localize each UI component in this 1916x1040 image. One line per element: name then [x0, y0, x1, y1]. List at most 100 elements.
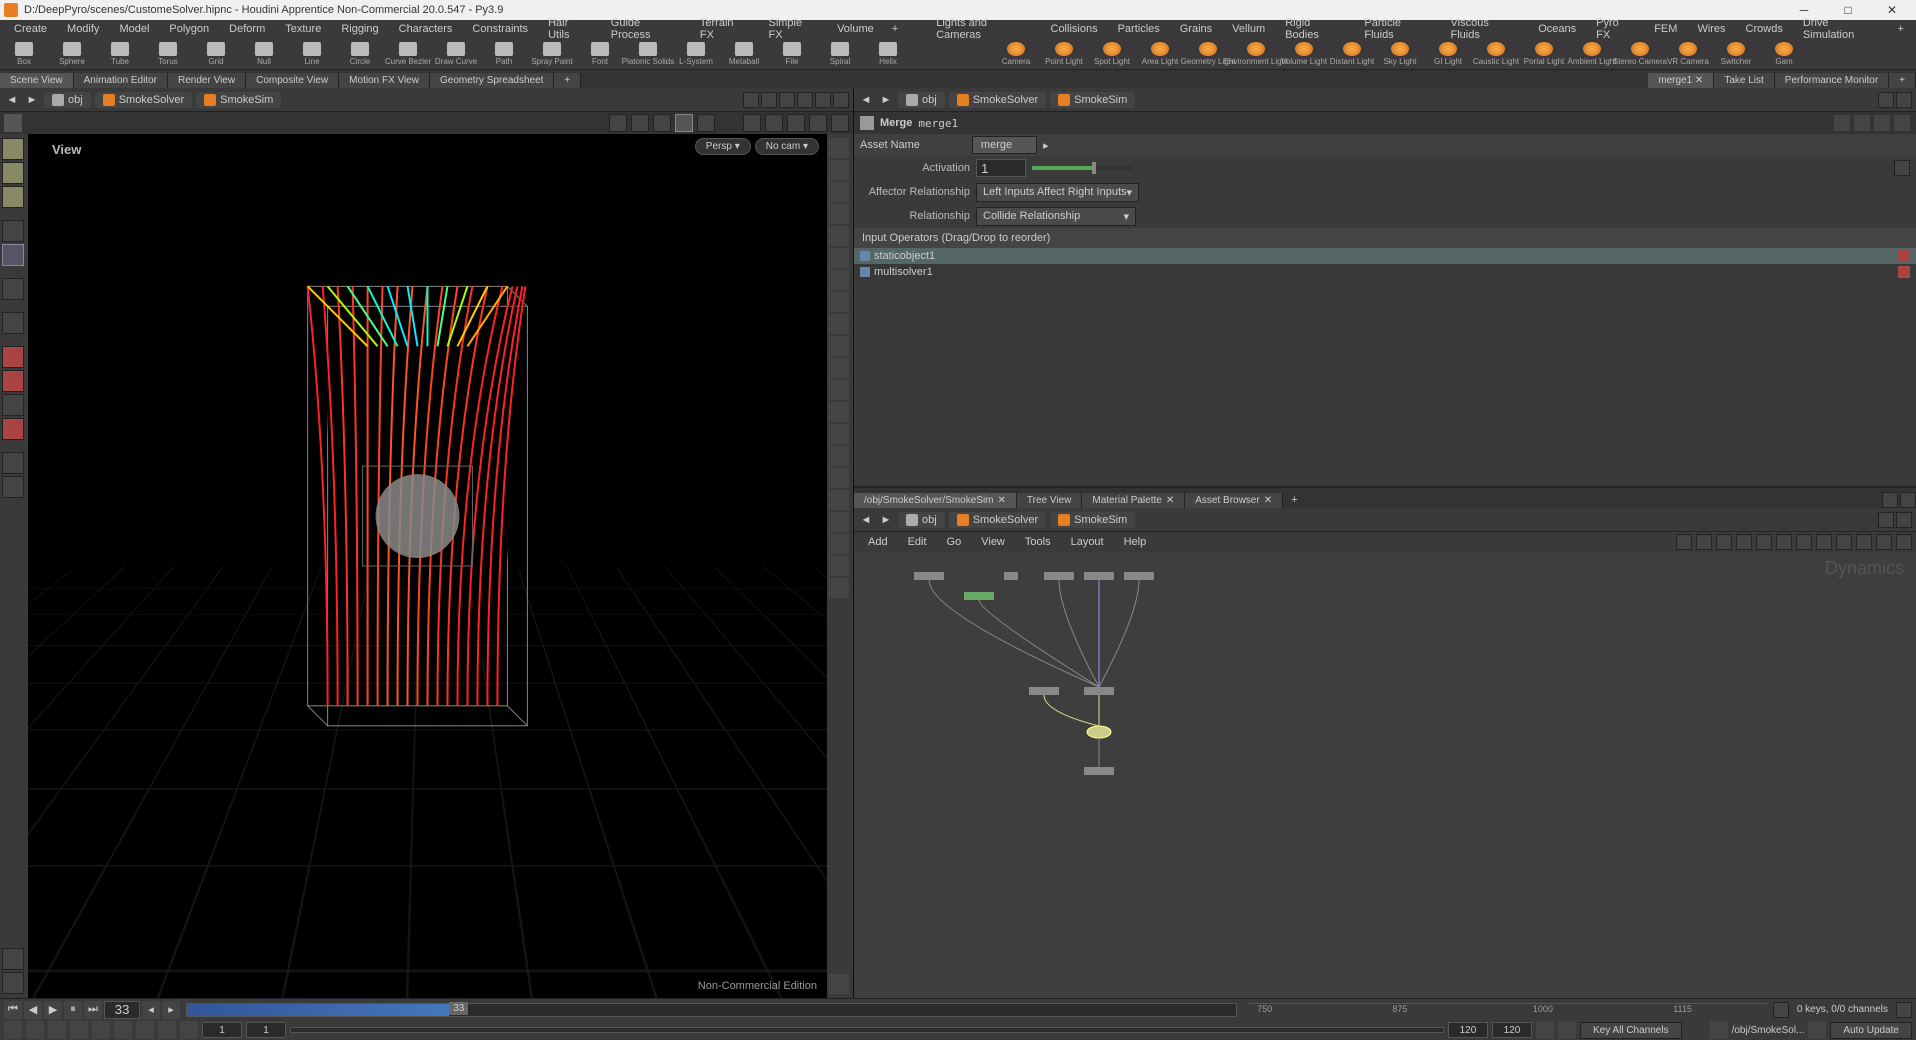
net-path-solver[interactable]: SmokeSolver [949, 512, 1046, 528]
nav-back-icon[interactable]: ◄ [4, 92, 20, 108]
asset-arrow-icon[interactable]: ▸ [1043, 139, 1049, 152]
network-tab-opt-icon[interactable] [1900, 492, 1916, 508]
param-info-icon[interactable] [1874, 115, 1890, 131]
network-menu-item[interactable]: Go [937, 534, 972, 550]
node-name-label[interactable]: merge1 [918, 117, 958, 130]
asset-dropdown[interactable]: merge [972, 136, 1037, 154]
network-tab[interactable]: Tree View [1017, 493, 1082, 508]
shelf-tool[interactable]: Portal Light [1520, 39, 1568, 69]
shelf-tab[interactable]: FEM [1644, 21, 1687, 37]
params-path-sim[interactable]: SmokeSim [1050, 92, 1135, 108]
auto-update-button[interactable]: Auto Update [1830, 1022, 1912, 1039]
nav-fwd-icon[interactable]: ► [24, 92, 40, 108]
path-grid-icon[interactable] [815, 92, 831, 108]
disp-tool-1-icon[interactable] [829, 138, 849, 158]
circle-tool-icon[interactable] [2, 452, 24, 474]
tab-close-icon[interactable]: ✕ [1264, 495, 1272, 506]
keys-menu-icon[interactable] [1896, 1002, 1912, 1018]
options-icon[interactable] [831, 114, 849, 132]
shelf-tool[interactable]: Spray Paint [528, 39, 576, 69]
shelf-tool[interactable]: Font [576, 39, 624, 69]
network-tab[interactable]: /obj/SmokeSolver/SmokeSim✕ [854, 493, 1017, 508]
shelf-tab-add[interactable]: + [884, 21, 906, 37]
brush-tool-icon[interactable] [2, 186, 24, 208]
arrow-tool-icon[interactable] [2, 220, 24, 242]
shelf-tool[interactable]: Line [288, 39, 336, 69]
shelf-tab[interactable]: Modify [57, 21, 109, 37]
step-fwd-button[interactable]: ▸ [162, 1001, 180, 1019]
input-op-2[interactable]: multisolver1 [854, 264, 1916, 280]
relationship-dropdown[interactable]: Collide Relationship▾ [976, 207, 1136, 226]
network-menu-item[interactable]: View [971, 534, 1015, 550]
bottom2-tool-icon[interactable] [2, 972, 24, 994]
lasso-tool-icon[interactable] [2, 162, 24, 184]
shelf-tool[interactable]: Sky Light [1376, 39, 1424, 69]
handle-tool-icon[interactable] [2, 312, 24, 334]
shelf-tool[interactable]: Curve Bezier [384, 39, 432, 69]
shelf-tool[interactable]: Path [480, 39, 528, 69]
pane-tab[interactable]: Take List [1714, 73, 1774, 88]
network-toolbar-icon[interactable] [1876, 534, 1892, 550]
shelf-tool[interactable]: Sphere [48, 39, 96, 69]
shelf-tab[interactable]: Polygon [159, 21, 219, 37]
rotate-mode-icon[interactable] [653, 114, 671, 132]
key-all-button[interactable]: Key All Channels [1580, 1022, 1682, 1039]
shelf-tab[interactable]: Constraints [462, 21, 538, 37]
network-toolbar-icon[interactable] [1676, 534, 1692, 550]
shelf-tab[interactable]: Characters [389, 21, 463, 37]
disp-tool-17-icon[interactable] [829, 490, 849, 510]
network-tab[interactable]: Asset Browser✕ [1185, 493, 1283, 508]
pane-tab[interactable]: Composite View [246, 73, 339, 88]
activation-menu-icon[interactable] [1894, 160, 1910, 176]
range-start2-input[interactable] [246, 1022, 286, 1038]
path-dropdown-icon[interactable] [743, 92, 759, 108]
shelf-tab[interactable]: Wires [1687, 21, 1735, 37]
shelf-tool[interactable]: Switcher [1712, 39, 1760, 69]
net-nav-fwd-icon[interactable]: ► [878, 512, 894, 528]
network-menu-item[interactable]: Add [858, 534, 898, 550]
pane-tab-add[interactable]: + [554, 73, 581, 88]
params-nav-fwd-icon[interactable]: ► [878, 92, 894, 108]
network-toolbar-icon[interactable] [1796, 534, 1812, 550]
headphone-icon[interactable] [2, 394, 24, 416]
net-path-obj[interactable]: obj [898, 512, 945, 528]
shelf-tool[interactable]: Area Light [1136, 39, 1184, 69]
pane-tab[interactable]: Geometry Spreadsheet [430, 73, 554, 88]
gear-icon[interactable] [787, 114, 805, 132]
path-smokesolver[interactable]: SmokeSolver [95, 92, 192, 108]
param-search-icon[interactable] [1854, 115, 1870, 131]
shelf-tab[interactable]: Deform [219, 21, 275, 37]
disp-tool-5-icon[interactable] [829, 226, 849, 246]
pane-tab[interactable]: merge1 ✕ [1648, 73, 1714, 88]
disp-tool-15-icon[interactable] [829, 446, 849, 466]
range-end2-input[interactable] [1492, 1022, 1532, 1038]
params-path-solver[interactable]: SmokeSolver [949, 92, 1046, 108]
disp-tool-9-icon[interactable] [829, 314, 849, 334]
circle2-tool-icon[interactable] [2, 476, 24, 498]
affector-dropdown[interactable]: Left Inputs Affect Right Inputs▾ [976, 183, 1139, 202]
step-back-button[interactable]: ◂ [142, 1001, 160, 1019]
snap-icon[interactable] [697, 114, 715, 132]
next-frame-button[interactable]: ⏭ [84, 1001, 102, 1019]
pane-tab[interactable]: Scene View [0, 73, 74, 88]
input-op-1[interactable]: staticobject1 [854, 248, 1916, 264]
net-link-icon[interactable] [1896, 512, 1912, 528]
select-tool-icon[interactable] [2, 138, 24, 160]
pane-tab[interactable]: Motion FX View [339, 73, 430, 88]
tab-close-icon[interactable]: ✕ [1166, 495, 1174, 506]
net-path-sim[interactable]: SmokeSim [1050, 512, 1135, 528]
disp-tool-8-icon[interactable] [829, 292, 849, 312]
network-menu-item[interactable]: Edit [898, 534, 937, 550]
shelf-tool[interactable]: File [768, 39, 816, 69]
shelf-tool[interactable]: Spiral [816, 39, 864, 69]
snap-grid-icon[interactable] [2, 278, 24, 300]
path-cube-icon[interactable] [797, 92, 813, 108]
range-slider[interactable] [290, 1027, 1444, 1033]
network-toolbar-icon[interactable] [1896, 534, 1912, 550]
disp-tool-bottom-icon[interactable] [829, 974, 849, 994]
viewport-3d[interactable]: View Persp ▾ No cam ▾ [28, 134, 827, 998]
activation-slider[interactable] [1032, 166, 1132, 170]
net-nav-back-icon[interactable]: ◄ [858, 512, 874, 528]
network-tab-opt-icon[interactable] [1882, 492, 1898, 508]
path-smokesim[interactable]: SmokeSim [196, 92, 281, 108]
